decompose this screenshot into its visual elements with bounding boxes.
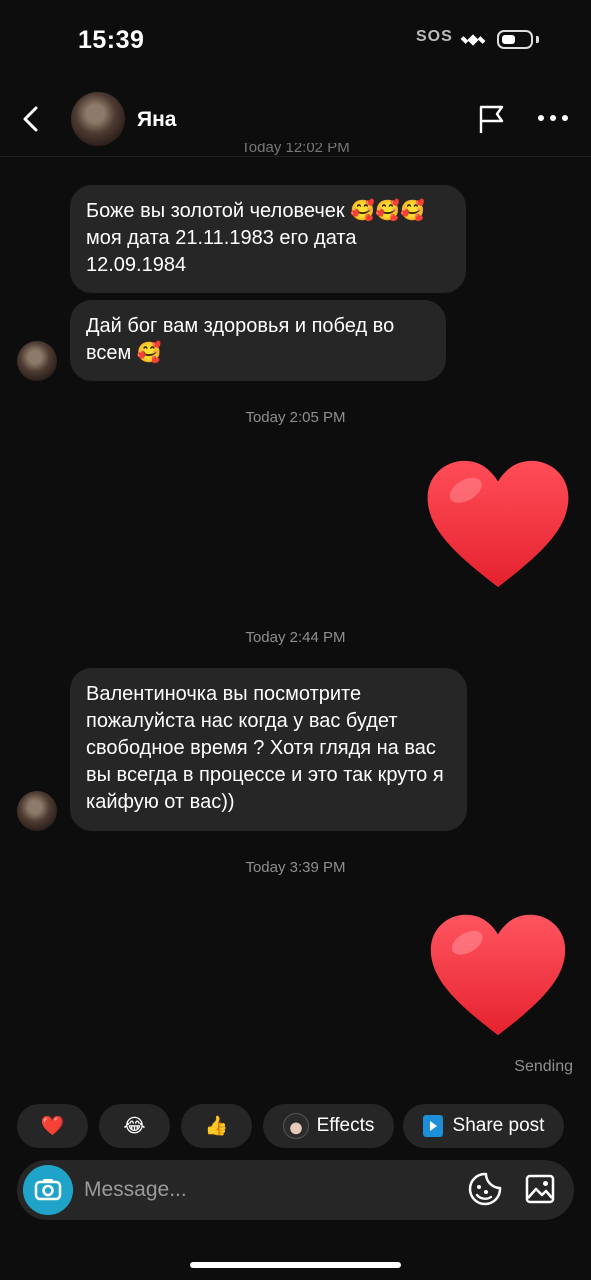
flag-icon[interactable]	[477, 103, 507, 135]
heart-emoji: ❤️	[40, 1116, 65, 1137]
heart-message[interactable]	[428, 912, 568, 1038]
timestamp: Today 2:44 PM	[245, 629, 346, 646]
header-divider	[0, 156, 591, 157]
back-arrow-icon[interactable]	[18, 104, 44, 134]
gallery-icon[interactable]	[522, 1171, 558, 1207]
sender-avatar[interactable]	[17, 341, 57, 381]
message-input[interactable]: Message...	[84, 1178, 187, 1202]
share-post-icon	[422, 1115, 443, 1137]
partial-timestamp: Today 12:02 PM	[241, 143, 350, 156]
battery-icon	[497, 30, 533, 49]
effects-button[interactable]: Effects	[263, 1104, 394, 1148]
message-bubble-2[interactable]: Дай бог вам здоровья и побед во всем 🥰	[70, 300, 446, 381]
sos-indicator: SOS	[416, 28, 453, 45]
message-bubble-1[interactable]: Боже вы золотой человечек 🥰🥰🥰 моя дата 2…	[70, 185, 466, 293]
effects-label: Effects	[316, 1115, 375, 1136]
sending-status: Sending	[514, 1058, 573, 1075]
quick-react-thumbs-up[interactable]: 👍	[181, 1104, 252, 1148]
home-indicator	[190, 1262, 401, 1268]
satellite-icon	[460, 34, 486, 46]
timestamp: Today 2:05 PM	[245, 409, 346, 426]
more-options-icon[interactable]	[537, 108, 569, 128]
battery-cap	[536, 36, 539, 43]
sender-avatar[interactable]	[17, 791, 57, 831]
quick-react-laugh[interactable]: 😂	[99, 1104, 170, 1148]
share-post-button[interactable]: Share post	[403, 1104, 564, 1148]
sticker-icon[interactable]	[467, 1171, 503, 1207]
camera-icon[interactable]	[23, 1165, 73, 1215]
timestamp: Today 3:39 PM	[245, 859, 346, 876]
message-bubble-3[interactable]: Валентиночка вы посмотрите пожалуйста на…	[70, 668, 467, 831]
contact-avatar[interactable]	[71, 92, 125, 146]
contact-name[interactable]: Яна	[137, 108, 176, 132]
thumbs-up-emoji: 👍	[204, 1116, 229, 1137]
share-post-label: Share post	[452, 1115, 545, 1136]
heart-message[interactable]	[424, 458, 572, 590]
effects-icon	[282, 1113, 309, 1139]
laugh-emoji: 😂	[123, 1115, 146, 1137]
status-time: 15:39	[78, 26, 145, 54]
quick-react-heart[interactable]: ❤️	[17, 1104, 88, 1148]
